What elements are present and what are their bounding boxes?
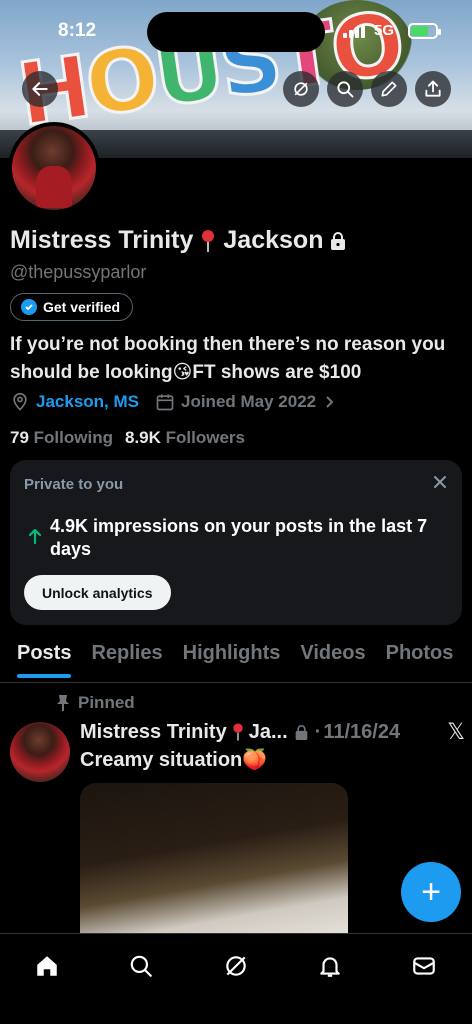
back-arrow-icon bbox=[32, 82, 48, 96]
lock-icon bbox=[295, 724, 307, 740]
bell-icon bbox=[320, 957, 340, 977]
following-label: Following bbox=[33, 428, 113, 447]
followers-count: 8.9K bbox=[124, 428, 161, 447]
location-icon bbox=[13, 392, 27, 411]
lock-icon bbox=[331, 231, 346, 250]
edit-icon bbox=[381, 81, 397, 97]
mail-icon bbox=[413, 957, 435, 975]
post-text: Creamy situation🍑 bbox=[80, 749, 268, 771]
signal-icon bbox=[343, 24, 365, 38]
close-icon[interactable] bbox=[432, 474, 448, 495]
nav-notifications[interactable] bbox=[306, 946, 354, 986]
pinned-indicator: Pinned bbox=[56, 693, 135, 713]
compose-button[interactable]: + bbox=[401, 862, 461, 922]
tab-photos[interactable]: Photos bbox=[386, 636, 454, 682]
analytics-card-title: Private to you bbox=[24, 476, 124, 493]
impressions-text: 4.9K impressions on your posts in the la… bbox=[50, 516, 428, 559]
analytics-card: Private to you 4.9K impressions on your … bbox=[10, 460, 462, 625]
following-count: 79 bbox=[10, 428, 29, 447]
tab-videos[interactable]: Videos bbox=[300, 636, 365, 682]
share-icon bbox=[425, 80, 441, 97]
unlock-analytics-button[interactable]: Unlock analytics bbox=[24, 575, 171, 610]
post-date: 11/16/24 bbox=[323, 720, 401, 743]
home-icon bbox=[37, 956, 57, 976]
battery-icon bbox=[408, 23, 441, 39]
dynamic-island bbox=[147, 12, 325, 52]
tabs-divider bbox=[0, 682, 472, 683]
nav-grok[interactable] bbox=[212, 946, 260, 986]
post-author-suffix[interactable]: Ja... bbox=[249, 721, 288, 744]
followers-link[interactable]: 8.9K Followers bbox=[125, 428, 245, 448]
post-date-dot: · bbox=[314, 720, 322, 743]
profile-tabs: Posts Replies Highlights Videos Photos bbox=[0, 636, 472, 682]
grok-button[interactable] bbox=[283, 71, 319, 107]
post-author-name[interactable]: Mistress Trinity bbox=[80, 721, 227, 744]
edit-button[interactable] bbox=[371, 71, 407, 107]
status-time: 8:12 bbox=[58, 20, 97, 41]
nav-home[interactable] bbox=[23, 946, 71, 986]
profile-handle: @thepussyparlor bbox=[10, 262, 147, 282]
search-icon bbox=[130, 955, 152, 977]
back-button[interactable] bbox=[22, 71, 58, 107]
search-button[interactable] bbox=[327, 71, 363, 107]
nav-search[interactable] bbox=[117, 946, 165, 986]
follow-stats: 79 Following 8.9K Followers bbox=[10, 428, 245, 448]
profile-name-last: Jackson bbox=[223, 226, 324, 254]
pin-icon bbox=[57, 695, 69, 711]
x-logo-icon: 𝕏 bbox=[447, 719, 465, 744]
grok-icon bbox=[294, 82, 308, 96]
profile-name: Mistress Trinity Jackson bbox=[10, 226, 347, 255]
pinned-label: Pinned bbox=[78, 693, 135, 712]
tab-highlights[interactable]: Highlights bbox=[183, 636, 281, 682]
tab-posts[interactable]: Posts bbox=[17, 636, 72, 682]
trend-up-arrow-icon bbox=[28, 528, 42, 549]
verified-badge-icon bbox=[21, 299, 37, 315]
status-bar: 8:12 5G bbox=[0, 0, 472, 60]
profile-name-first: Mistress Trinity bbox=[10, 226, 194, 254]
get-verified-label: Get verified bbox=[43, 299, 121, 315]
profile-joined: Joined May 2022 bbox=[181, 392, 317, 411]
pin-marker-icon bbox=[233, 723, 243, 741]
profile-avatar[interactable] bbox=[8, 122, 100, 214]
network-label: 5G bbox=[374, 22, 395, 39]
profile-bio: If you’re not booking then there’s no re… bbox=[10, 334, 446, 383]
get-verified-button[interactable]: Get verified bbox=[10, 293, 134, 321]
followers-label: Followers bbox=[165, 428, 245, 447]
post-author-avatar[interactable] bbox=[10, 722, 70, 782]
pin-marker-icon bbox=[202, 229, 215, 252]
grok-icon bbox=[226, 956, 246, 976]
profile-location[interactable]: Jackson, MS bbox=[36, 392, 139, 412]
following-link[interactable]: 79 Following bbox=[10, 428, 113, 448]
tab-replies[interactable]: Replies bbox=[91, 636, 162, 682]
calendar-icon bbox=[156, 394, 174, 411]
bottom-nav bbox=[0, 933, 472, 1024]
nav-messages[interactable] bbox=[400, 946, 448, 986]
post-media[interactable] bbox=[80, 783, 348, 943]
profile-meta: Jackson, MS Joined May 2022 bbox=[10, 392, 336, 412]
share-button[interactable] bbox=[415, 71, 451, 107]
chevron-right-icon[interactable] bbox=[322, 395, 336, 409]
search-icon bbox=[337, 81, 354, 98]
post-header: Mistress Trinity Ja... · 11/16/24 𝕏 bbox=[80, 719, 465, 745]
